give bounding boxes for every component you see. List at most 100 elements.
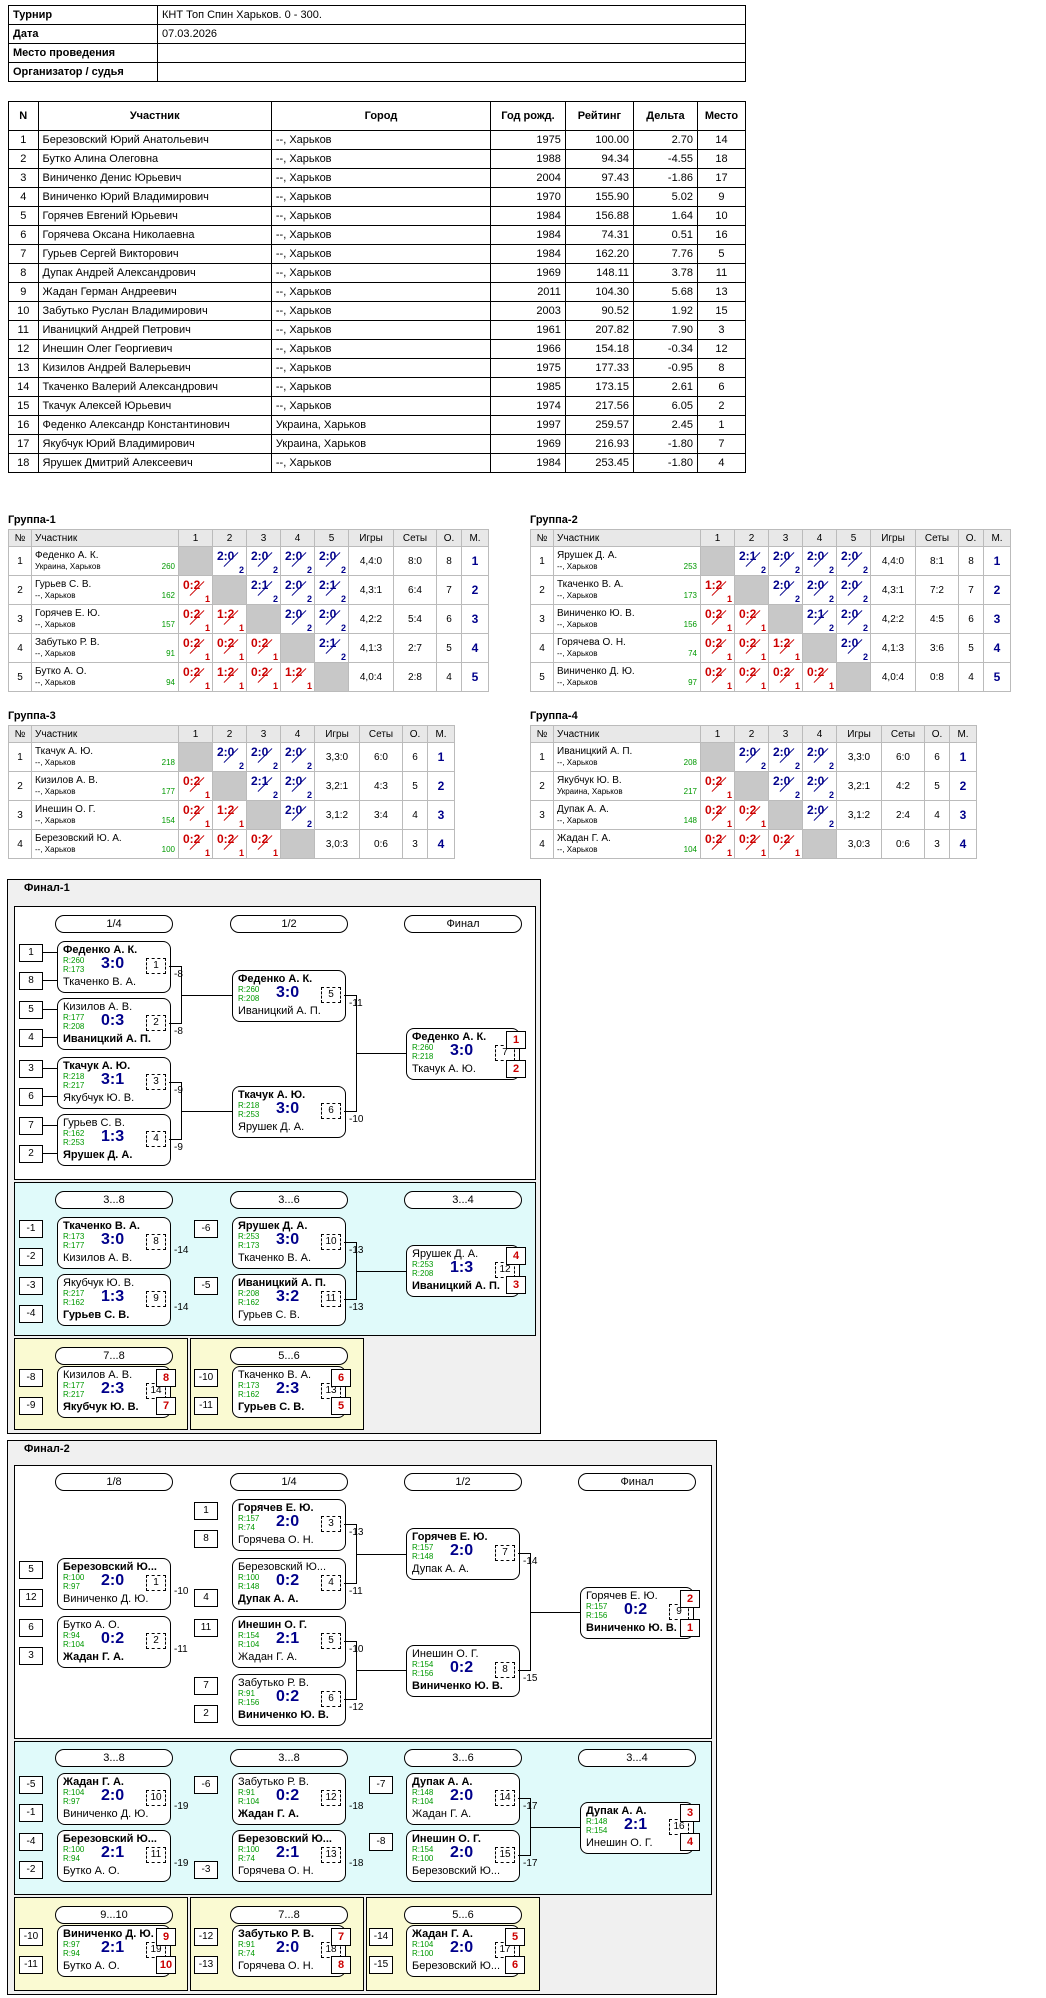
group-row: 5 Бутко А. О. --, Харьков 94 0:2 1 1:2 1 0:2 1 1:2… — [8, 662, 489, 692]
group-games: 3,2:1 — [314, 771, 360, 801]
participant-cell: 7.76 — [632, 244, 698, 264]
match-number: 14 — [495, 1790, 515, 1806]
group-points: 8 — [958, 546, 984, 576]
participant-cell: 16 — [696, 225, 747, 245]
bracket-line — [344, 1524, 356, 1525]
seed-box: 5 — [19, 1001, 43, 1019]
group-score: 0:2 1 — [735, 634, 768, 662]
match-rating-2: R:74 — [238, 1854, 255, 1863]
group-score: 1:2 1 — [213, 605, 246, 633]
group-sets: 4:3 — [359, 771, 403, 801]
group-score-points: 1 — [726, 790, 732, 800]
group-col-opponent: 4 — [280, 529, 315, 547]
participant-cell: 10 — [8, 301, 39, 321]
participant-cell: 3 — [8, 168, 39, 188]
group-score-cell: 0:2 1 — [178, 662, 213, 692]
bracket-line — [344, 1641, 356, 1642]
final-place: 5 — [505, 1928, 525, 1946]
participants-col-header: Место — [696, 101, 747, 131]
group-score-cell — [700, 546, 735, 576]
match-player-2: Ткачук А. Ю. — [412, 1063, 476, 1075]
seed-box: 8 — [19, 972, 43, 990]
participants-col-header: Дельта — [632, 101, 698, 131]
final-place: 4 — [680, 1833, 700, 1851]
seed-box: 1 — [19, 944, 43, 962]
group-games: 4,3:1 — [870, 575, 916, 605]
group-score-sets: 0:2 — [807, 665, 825, 679]
group-score-points: 1 — [760, 681, 766, 691]
group-player-name: Инешин О. Г. — [35, 804, 96, 815]
group-table: № Участник 1 2 3 4 5 Игры Сеты О. М. 1 Феденко А. К.… — [8, 529, 489, 692]
group-player-rating: 177 — [161, 787, 175, 796]
group-row: 3 Инешин О. Г. --, Харьков 154 0:2 1 1:2 1 2:0 2 3… — [8, 800, 455, 830]
match-score: 3:0 — [276, 1100, 300, 1117]
match-rating-1: R:208 — [238, 1289, 260, 1298]
group-score-points: 2 — [340, 565, 346, 575]
participant-cell: 2003 — [490, 301, 566, 321]
participant-cell: 8 — [696, 358, 747, 378]
match-box: Горячев Е. Ю. R:157 R:74 Горячева О. Н. 2:0 3 — [232, 1499, 346, 1551]
round-label: 3...8 — [55, 1749, 173, 1767]
group-player: Горячев Е. Ю. --, Харьков 157 — [31, 604, 179, 634]
match-rating-1: R:104 — [412, 1940, 434, 1949]
group-player-name: Забутько Р. В. — [35, 637, 100, 648]
match-rating-1: R:94 — [63, 1631, 80, 1640]
group-row-no: 4 — [530, 829, 554, 859]
group-header: № Участник 1 2 3 4 5 Игры Сеты О. М. — [530, 529, 1011, 547]
group-score-cell: 2:1 2 — [734, 546, 769, 576]
group-score-points: 1 — [726, 594, 732, 604]
match-rating-1: R:157 — [586, 1602, 608, 1611]
group-score-cell: 2:0 2 — [280, 800, 315, 830]
group-score-points: 2 — [306, 565, 312, 575]
group-score: 2:0 2 — [803, 772, 836, 800]
participant-cell: 104.30 — [564, 282, 634, 302]
group-title: Группа-2 — [530, 514, 578, 526]
participant-cell: -4.55 — [632, 149, 698, 169]
match-box: Березовский Ю... R:100 R:97 Виниченко Д. Ю.… — [57, 1558, 171, 1610]
seed-box: 6 — [19, 1619, 43, 1637]
group-sets: 6:0 — [881, 742, 925, 772]
group-place: 4 — [983, 633, 1011, 663]
final-place: 7 — [331, 1928, 351, 1946]
match-rating-1: R:91 — [238, 1940, 255, 1949]
group-score: 0:2 1 — [735, 801, 768, 829]
bracket-line — [344, 1299, 356, 1300]
final-1-title: Финал-1 — [24, 882, 70, 894]
participant-cell: -1.80 — [632, 453, 698, 473]
participant-cell: 2004 — [490, 168, 566, 188]
match-rating-2: R:74 — [238, 1523, 255, 1532]
seed-box: -7 — [369, 1776, 393, 1794]
match-number: 2 — [146, 1015, 166, 1031]
match-rating-2: R:104 — [63, 1640, 85, 1649]
bracket-line — [344, 1583, 356, 1584]
group-score-sets: 2:0 — [841, 607, 859, 621]
match-number: 4 — [146, 1131, 166, 1147]
match-player-2: Березовский Ю... — [412, 1865, 501, 1877]
seed-box: -4 — [19, 1305, 43, 1323]
group-col-points: О. — [436, 529, 462, 547]
participant-cell: 7.90 — [632, 320, 698, 340]
group-player-city: --, Харьков — [557, 816, 598, 825]
match-number: 4 — [321, 1575, 341, 1591]
round-label: 1/4 — [55, 915, 173, 933]
group-games: 4,4:0 — [348, 546, 394, 576]
group-points: 5 — [924, 771, 950, 801]
match-box: Феденко А. К. R:260 R:208 Иваницкий А. П. 3:… — [232, 970, 346, 1022]
match-score: 3:2 — [276, 1288, 300, 1305]
group-player-name: Кизилов А. В. — [35, 775, 98, 786]
group-score-points: 2 — [238, 565, 244, 575]
group-score-cell: 0:2 1 — [178, 771, 213, 801]
participant-cell: --, Харьков — [270, 453, 492, 473]
match-player-2: Горячева О. Н. — [238, 1865, 314, 1877]
participant-cell: Феденко Александр Константинович — [37, 415, 272, 435]
participant-cell: 14 — [696, 130, 747, 150]
group-player-rating: 91 — [166, 649, 175, 658]
group-player-name: Ткаченко В. А. — [557, 579, 624, 590]
group-points: 3 — [924, 829, 950, 859]
group-player-rating: 208 — [683, 758, 697, 767]
group-place: 3 — [983, 604, 1011, 634]
seed-box: -2 — [19, 1248, 43, 1266]
match-rating-2: R:177 — [63, 1241, 85, 1250]
match-rating-2: R:173 — [63, 965, 85, 974]
match-number: 12 — [321, 1790, 341, 1806]
